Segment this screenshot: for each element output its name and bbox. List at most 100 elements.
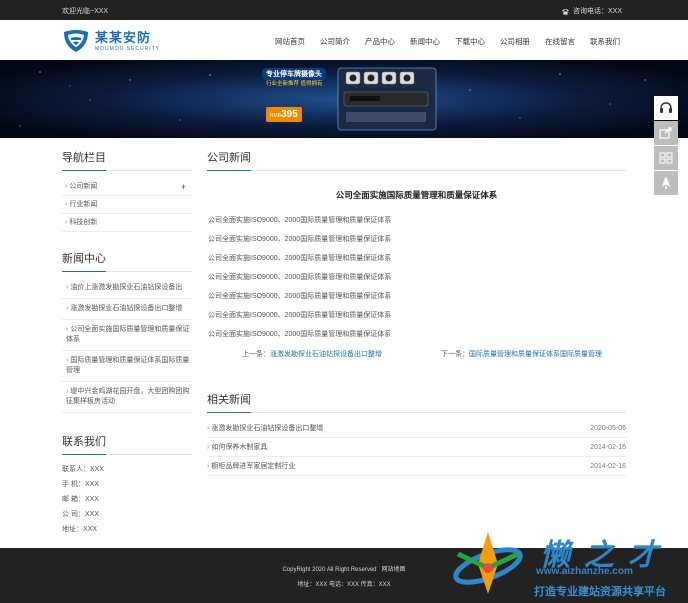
category-item-tech[interactable]: › 科技创新 [62,214,192,232]
shield-logo-icon [64,30,88,52]
price-value: 395 [281,109,298,120]
prev-article-link[interactable]: 涨激发勘探业石油钻探设备出口整增 [270,351,382,358]
related-link[interactable]: 橱柜品牌进军家居定制行业 [211,463,295,470]
main-nav: 网站首页 公司简介 产品中心 新闻中心 下载中心 公司相册 在线留言 联系我们 [260,36,620,47]
prev-next-nav: 上一条：涨激发勘探业石油钻探设备出口整增 下一条：国际质量管理和质量保证体系国际… [207,349,626,363]
bullet-icon: › [207,463,210,470]
nav-message[interactable]: 在线留言 [545,36,575,47]
logo-name-en: MOUMOU SECURITY [95,45,160,52]
article-paragraph: 公司全面实施ISO9000、2000国际质量管理和质量保证体系 [208,236,392,243]
next-article: 下一条：国际质量管理和质量保证体系国际质量管理 [441,349,602,359]
category-item-industry-news[interactable]: › 行业新闻 [62,196,192,214]
next-label: 下一条： [441,351,469,358]
banner-image [0,60,688,138]
welcome-text: 欢迎光临~XXX [62,8,109,15]
nav-album[interactable]: 公司相册 [500,36,530,47]
article-body: 公司全面实施ISO9000、2000国际质量管理和质量保证体系 公司全面实施IS… [207,211,626,344]
article-paragraph: 公司全面实施ISO9000、2000国际质量管理和质量保证体系 [208,255,392,262]
prev-article: 上一条：涨激发勘探业石油钻探设备出口整增 [242,349,382,359]
list-item[interactable]: › 公司全面实施国际质量管理和质量保证体系 [62,320,192,351]
sidebar-nav-title: 导航栏目 [62,149,192,171]
copyright-text: CopyRight 2020 All Right Reserved [282,567,377,573]
news-link[interactable]: 国际质量管理和质量保证体系国际质量管理 [66,357,189,374]
share-button[interactable] [654,121,678,145]
category-list: › 公司新闻 + › 行业新闻 › 科技创新 [62,178,192,232]
related-date: 2014-02-16 [590,463,626,470]
related-date: 2014-02-16 [590,444,626,451]
category-item-company-news[interactable]: › 公司新闻 + [62,178,192,196]
qrcode-button[interactable] [654,146,678,170]
contact-company: 公 司：XXX [62,511,99,518]
price-prefix: RMB [270,113,282,119]
sidebar-contact-title: 联系我们 [62,433,192,455]
article-paragraph: 公司全面实施ISO9000、2000国际质量管理和质量保证体系 [208,217,392,224]
sidebar: 导航栏目 › 公司新闻 + › 行业新闻 › 科技创新 新闻中心 › 油价上涨激发勘探业石… [62,149,192,537]
watermark-logo-icon [453,532,523,594]
banner-price: RMB395 [266,107,302,122]
hotline-text: 咨询电话：XXX [572,8,622,15]
article-paragraph: 公司全面实施ISO9000、2000国际质量管理和质量保证体系 [208,274,392,281]
contact-list: 联系人：XXX 手 机：XXX 邮 箱：XXX 公 司：XXX 地址：XXX [62,462,192,537]
watermark-url: www.aizhanzhe.com [536,566,633,577]
related-news: 相关新闻 › 涨激发勘探业石油钻探设备出口整增 2020-05-06 › 如何保养木制… [207,391,626,476]
side-toolbar [654,96,678,196]
header: 某某安防 MOUMOU SECURITY 网站首页 公司简介 产品中心 新闻中心… [0,20,688,60]
table-row[interactable]: › 涨激发勘探业石油钻探设备出口整增 2020-05-06 [207,419,626,438]
news-link[interactable]: 堤中兴金鸡湖花园开盘，大型团购团购征集样板房活动 [66,388,189,405]
nav-news[interactable]: 新闻中心 [410,36,440,47]
banner: 专业停车牌摄像头 行业全新推荐 值得拥有 RMB395 [0,60,688,138]
related-link[interactable]: 涨激发勘探业石油钻探设备出口整增 [211,425,323,432]
logo[interactable]: 某某安防 MOUMOU SECURITY [62,29,160,53]
nav-home[interactable]: 网站首页 [275,36,305,47]
bullet-icon: › [65,219,68,226]
phone-icon [561,8,569,15]
bullet-icon: › [66,284,69,291]
table-row[interactable]: › 橱柜品牌进军家居定制行业 2014-02-16 [207,457,626,476]
bullet-icon: › [207,444,210,451]
watermark-slogan: 打造专业建站资源共享平台 [534,586,666,598]
related-date: 2020-05-06 [590,425,626,432]
related-title: 相关新闻 [207,391,626,413]
news-link[interactable]: 涨激发勘探业石油钻探设备出口整增 [70,305,182,312]
bullet-icon: › [66,357,69,364]
section-title: 公司新闻 [207,149,626,171]
main-content: 公司新闻 公司全面实施国际质量管理和质量保证体系 公司全面实施ISO9000、2… [207,149,626,476]
bullet-icon: › [66,326,69,333]
bullet-icon: › [66,305,69,312]
back-to-top-button[interactable] [654,171,678,195]
article-paragraph: 公司全面实施ISO9000、2000国际质量管理和质量保证体系 [208,312,392,319]
bullet-icon: › [65,201,68,208]
headset-icon [660,102,672,113]
contact-mobile: 手 机：XXX [62,481,99,488]
list-item[interactable]: › 国际质量管理和质量保证体系国际质量管理 [62,351,192,382]
category-label: 公司新闻 [69,183,98,190]
contact-person: 联系人：XXX [62,466,105,473]
contact-address: 地址：XXX [62,526,98,533]
rocket-icon [661,177,671,189]
bullet-icon: › [207,425,210,432]
category-label: 行业新闻 [69,201,98,208]
sidebar-news-title: 新闻中心 [62,250,192,272]
nav-products[interactable]: 产品中心 [365,36,395,47]
prev-label: 上一条： [242,351,270,358]
next-article-link[interactable]: 国际质量管理和质量保证体系国际质量管理 [469,351,602,358]
top-bar: 欢迎光临~XXX 咨询电话：XXX [0,0,688,20]
online-service-button[interactable] [654,96,678,120]
related-link[interactable]: 如何保养木制家具 [211,444,267,451]
nav-download[interactable]: 下载中心 [455,36,485,47]
list-item[interactable]: › 油价上涨激发勘探业石油钻探设备出 [62,278,192,299]
news-link[interactable]: 油价上涨激发勘探业石油钻探设备出 [70,284,182,291]
related-list: › 涨激发勘探业石油钻探设备出口整增 2020-05-06 › 如何保养木制家具 201… [207,419,626,476]
list-item[interactable]: › 堤中兴金鸡湖花园开盘，大型团购团购征集样板房活动 [62,382,192,413]
news-link[interactable]: 公司全面实施国际质量管理和质量保证体系 [66,326,189,343]
logo-name-cn: 某某安防 [95,29,152,45]
list-item[interactable]: › 涨激发勘探业石油钻探设备出口整增 [62,299,192,320]
sidebar-news-list: › 油价上涨激发勘探业石油钻探设备出 › 涨激发勘探业石油钻探设备出口整增 › 公司全… [62,278,192,413]
expand-plus-icon[interactable]: + [181,178,186,196]
article-title: 公司全面实施国际质量管理和质量保证体系 [335,190,498,200]
nav-about[interactable]: 公司简介 [320,36,350,47]
table-row[interactable]: › 如何保养木制家具 2014-02-16 [207,438,626,457]
sitemap-link[interactable]: 网站地图 [382,567,406,573]
qrcode-icon [659,152,673,164]
nav-contact[interactable]: 联系我们 [590,36,620,47]
